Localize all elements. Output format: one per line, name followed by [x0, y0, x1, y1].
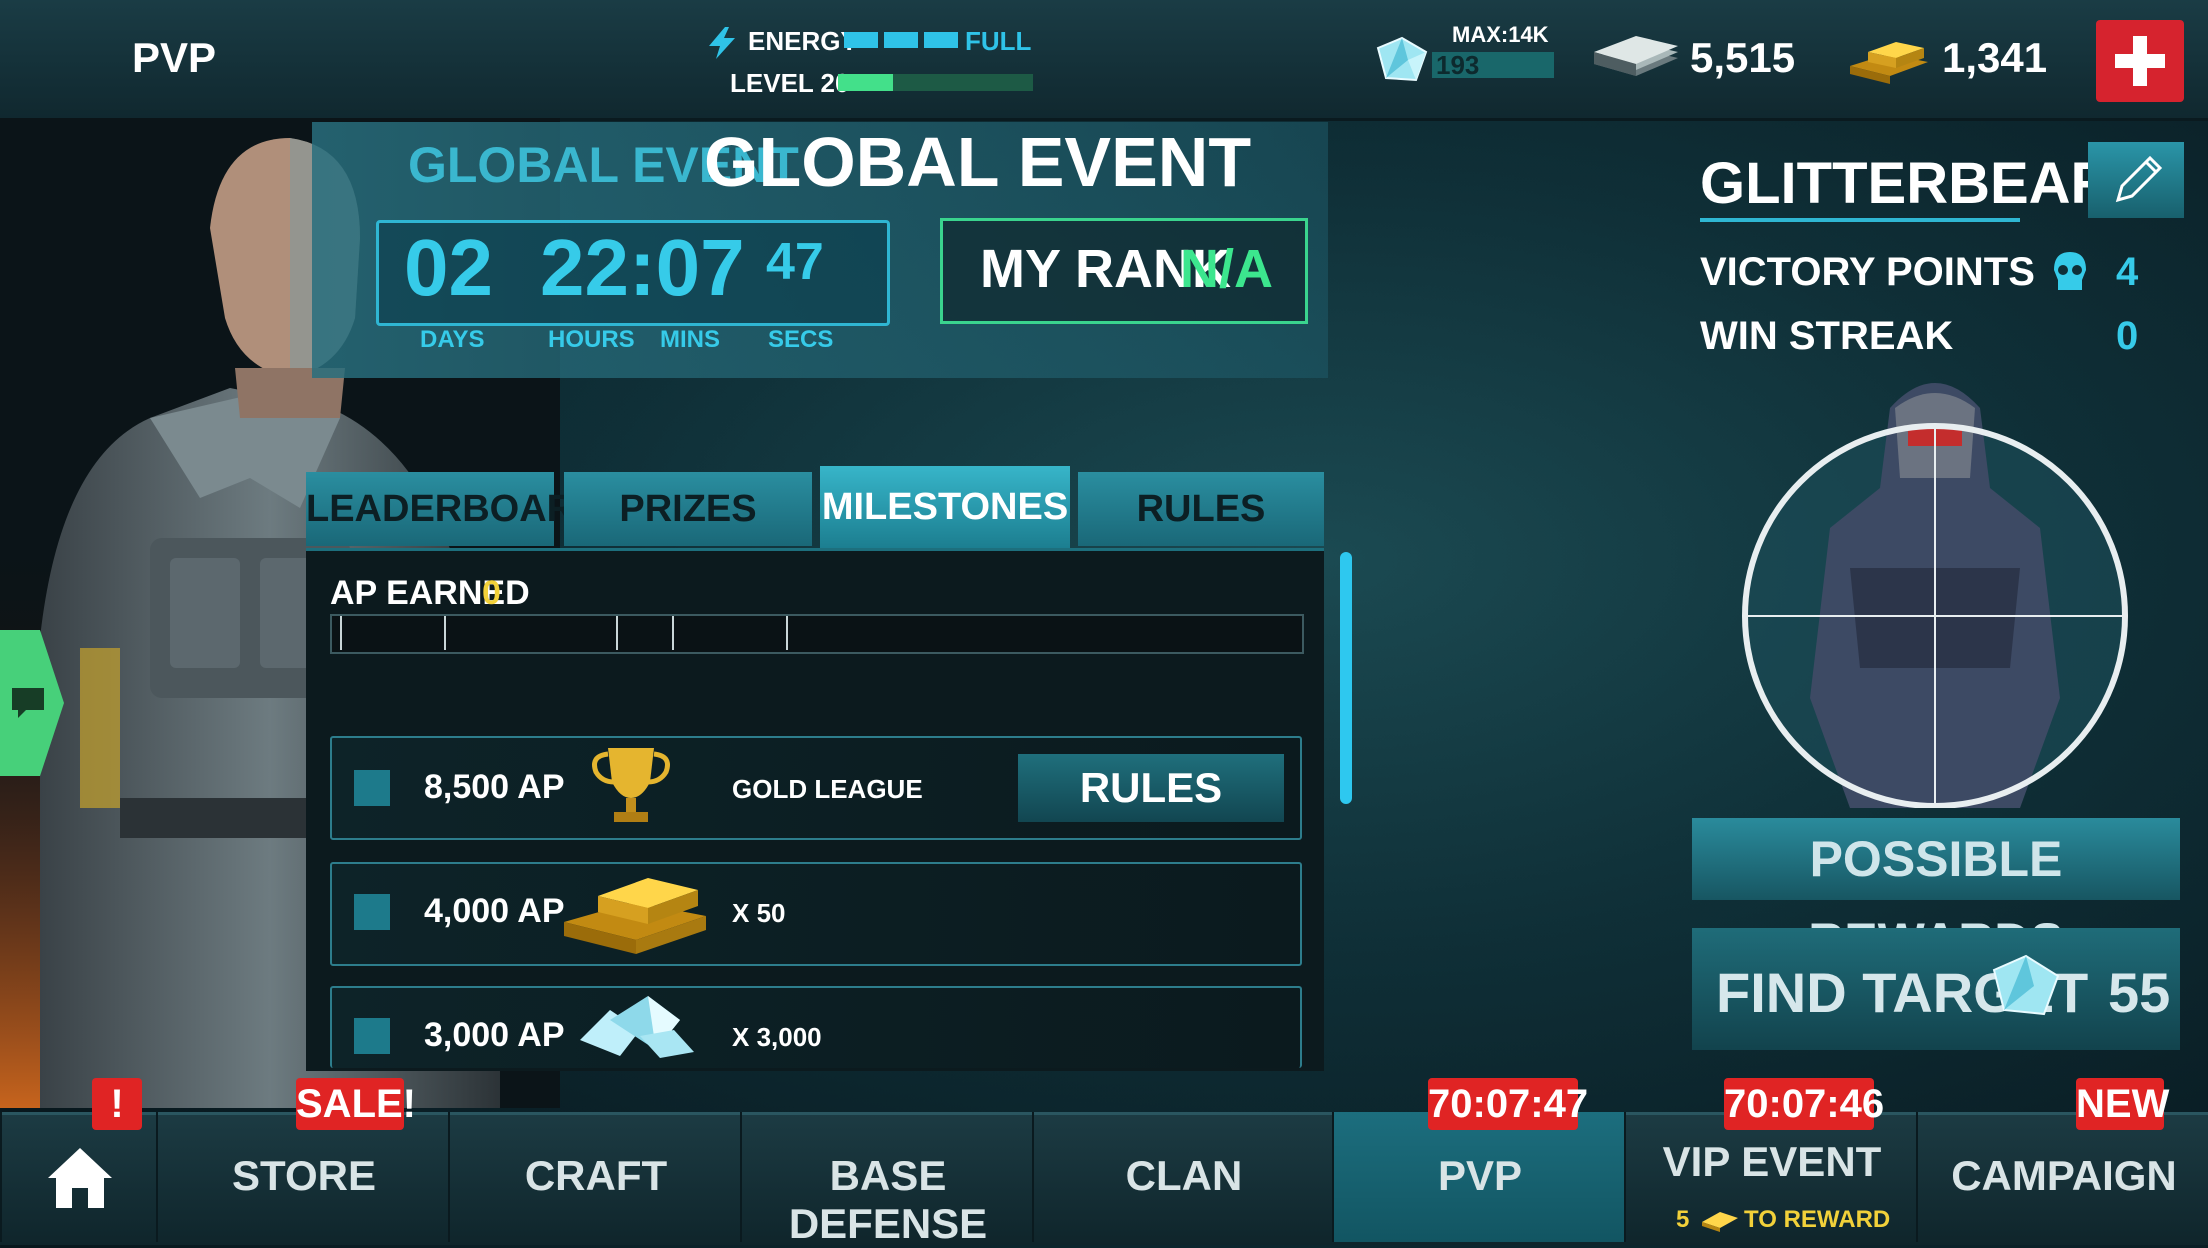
- timer-secs: 47: [766, 233, 824, 291]
- nav-campaign[interactable]: CAMPAIGN: [1916, 1112, 2208, 1242]
- possible-rewards-button[interactable]: POSSIBLE REWARDS: [1692, 818, 2180, 969]
- skull-icon: [2054, 252, 2086, 290]
- level-progress-fill: [838, 74, 893, 91]
- cash-icon: [1594, 36, 1678, 76]
- nav-label: VIP EVENT: [1662, 1138, 1882, 1185]
- nav-base-defense[interactable]: BASE DEFENSE: [740, 1112, 1034, 1247]
- win-streak-label: WIN STREAK: [1700, 314, 1954, 358]
- ap-progress-track: [330, 614, 1304, 654]
- ap-progress-tick: [340, 616, 342, 650]
- timer-days-label: DAYS: [420, 326, 485, 353]
- milestone-checkbox: [354, 770, 390, 806]
- victory-points-label: VICTORY POINTS: [1700, 250, 2035, 294]
- ap-earned-value: 0: [482, 574, 501, 612]
- milestone-reward: X 50: [732, 898, 786, 928]
- crystal-max-label: MAX:14K: [1452, 22, 1549, 47]
- energy-label: ENERGY: [748, 26, 858, 56]
- timer-badge: 70:07:47: [1428, 1078, 1588, 1130]
- nav-clan[interactable]: CLAN: [1032, 1112, 1334, 1242]
- nav-label: PVP: [1437, 1152, 1523, 1199]
- timer-hours-label: HOURS: [548, 326, 635, 353]
- energy-segment: [924, 32, 958, 48]
- home-button[interactable]: [0, 1112, 158, 1242]
- energy-segment: [884, 32, 918, 48]
- timer-hours-mins: 22:07: [540, 223, 745, 312]
- home-icon: [48, 1148, 112, 1208]
- player-name: GLITTERBEARD: [1700, 151, 2155, 216]
- cash-count: 5,515: [1690, 34, 1796, 81]
- timer-mins-label: MINS: [660, 326, 720, 353]
- timer-badge: 70:07:46: [1724, 1078, 1884, 1130]
- vip-reward-text: TO REWARD: [1744, 1206, 1891, 1233]
- milestones-scrollbar[interactable]: [1340, 552, 1352, 804]
- name-underline: [1700, 218, 2020, 222]
- nav-label: CAMPAIGN: [1951, 1152, 2177, 1199]
- milestone-checkbox: [354, 894, 390, 930]
- crystal-icon: [1376, 36, 1428, 82]
- ap-progress-tick: [444, 616, 446, 650]
- tab-leaderboard[interactable]: LEADERBOARD: [306, 472, 602, 546]
- timer-secs-label: SECS: [768, 326, 834, 353]
- sale-badge: SALE!: [296, 1078, 416, 1130]
- milestone-ap: 3,000 AP: [424, 1016, 565, 1054]
- nav-label: CRAFT: [524, 1152, 668, 1199]
- milestone-rules-button[interactable]: RULES: [1018, 754, 1284, 822]
- ap-progress-tick: [616, 616, 618, 650]
- milestone-reward: GOLD LEAGUE: [732, 774, 923, 804]
- trophy-icon: [592, 748, 670, 822]
- nav-label: BASE DEFENSE: [788, 1152, 988, 1247]
- vip-reward-count: 5: [1676, 1206, 1690, 1233]
- pencil-icon: [2115, 155, 2163, 203]
- milestone-checkbox: [354, 1018, 390, 1054]
- plus-icon: [2115, 36, 2165, 86]
- energy-status: FULL: [965, 26, 1032, 56]
- nav-store[interactable]: STORE: [156, 1112, 450, 1242]
- my-rank-value: N/A: [1180, 239, 1273, 299]
- find-target-cost: 55: [2108, 961, 2171, 1024]
- gold-bars-icon: [564, 878, 706, 954]
- edit-name-button[interactable]: [2088, 142, 2184, 218]
- crystal-icon: [1992, 954, 2060, 1016]
- ap-progress-tick: [786, 616, 788, 650]
- nav-pvp[interactable]: PVP: [1332, 1112, 1626, 1242]
- add-currency-button[interactable]: [2096, 20, 2184, 102]
- milestone-reward: X 3,000: [732, 1022, 822, 1052]
- tab-milestones[interactable]: MILESTONES: [820, 466, 1070, 552]
- level-label: LEVEL 20: [730, 68, 850, 98]
- gold-bars-icon: [1702, 1212, 1738, 1232]
- milestone-ap: 4,000 AP: [424, 892, 565, 930]
- nav-vip-event[interactable]: VIP EVENT 5 TO REWARD: [1624, 1112, 1918, 1242]
- gold-bars-icon: [1850, 42, 1928, 84]
- ap-progress-tick: [672, 616, 674, 650]
- tab-rules[interactable]: RULES: [1078, 472, 1324, 546]
- nav-craft[interactable]: CRAFT: [448, 1112, 742, 1242]
- lightning-icon: [709, 27, 735, 59]
- crystal-count: 193: [1436, 50, 1480, 80]
- alert-badge: !: [92, 1078, 142, 1130]
- timer-days: 02: [404, 223, 493, 312]
- new-badge: NEW: [2076, 1078, 2169, 1130]
- energy-segment: [844, 32, 878, 48]
- tab-prizes[interactable]: PRIZES: [564, 472, 812, 546]
- chat-tab[interactable]: [0, 630, 64, 776]
- crystals-icon: [580, 996, 694, 1058]
- event-title: GLOBAL EVENT: [704, 123, 1252, 201]
- gold-count: 1,341: [1942, 34, 2048, 81]
- screen-title: PVP: [132, 34, 217, 81]
- milestone-ap: 8,500 AP: [424, 768, 565, 806]
- target-scope: [1742, 383, 2128, 808]
- victory-points-value: 4: [2116, 250, 2139, 294]
- nav-label: CLAN: [1125, 1152, 1243, 1199]
- nav-label: STORE: [232, 1152, 376, 1199]
- win-streak-value: 0: [2116, 314, 2139, 358]
